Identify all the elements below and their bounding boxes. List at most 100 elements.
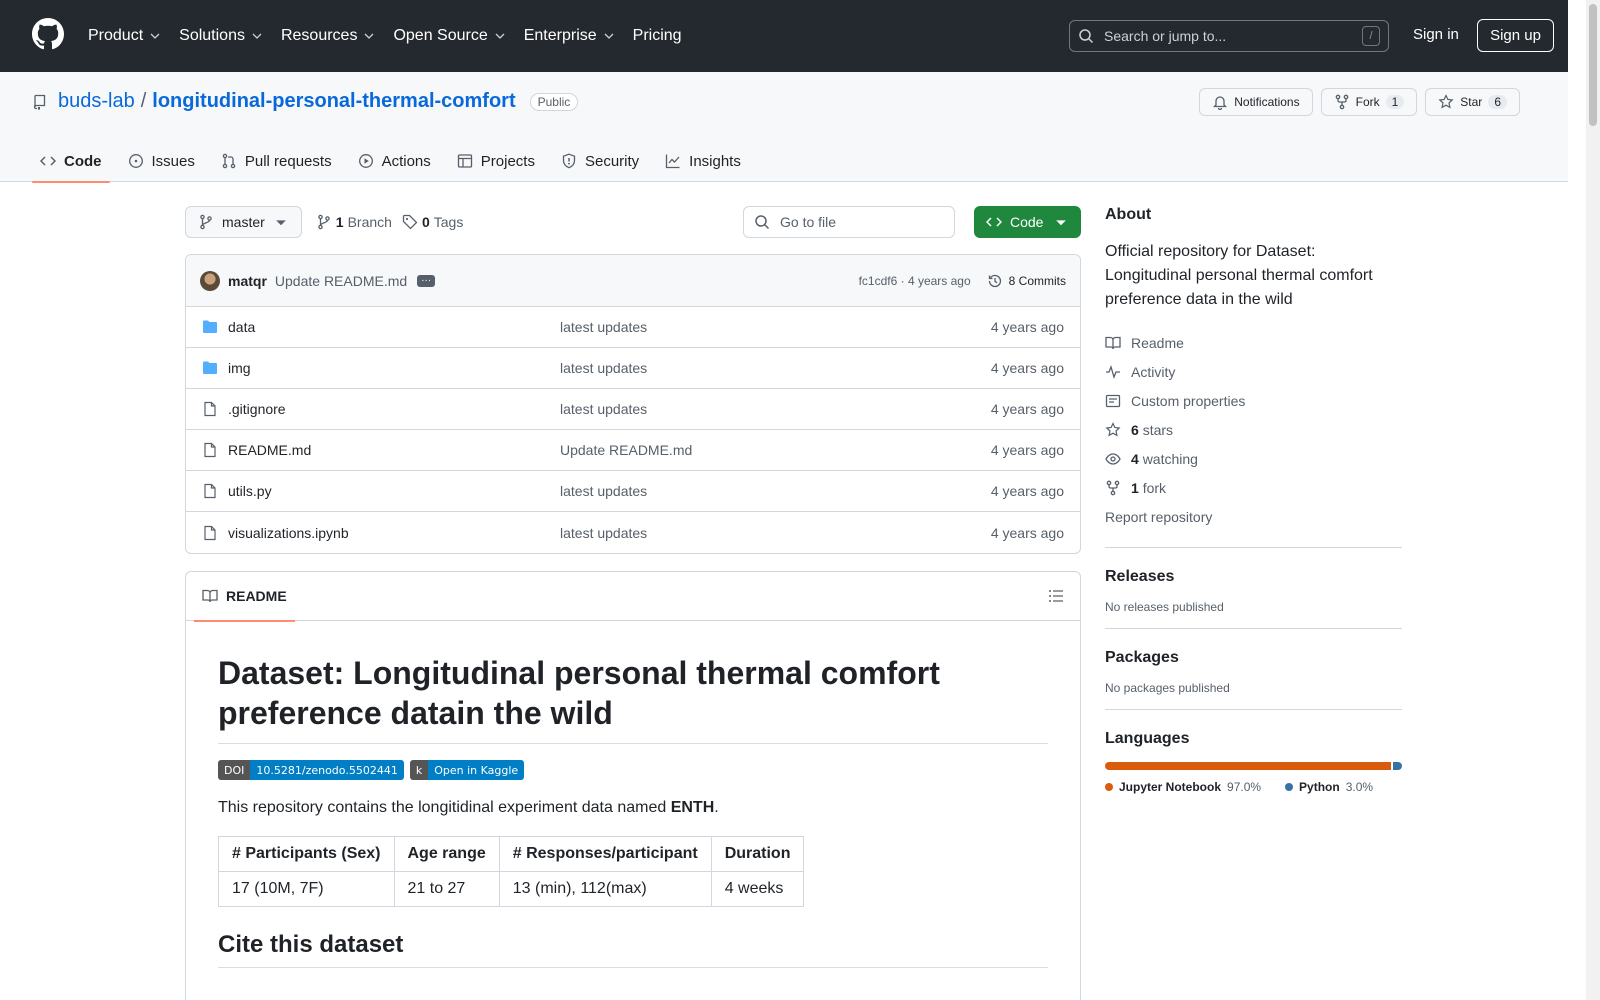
branch-selector[interactable]: master xyxy=(185,206,302,238)
tab-projects[interactable]: Projects xyxy=(449,140,543,182)
main-nav: Product Solutions Resources Open Source … xyxy=(88,0,700,72)
file-commit-message[interactable]: latest updates xyxy=(560,525,647,541)
file-name-link[interactable]: utils.py xyxy=(228,483,560,499)
file-name-link[interactable]: README.md xyxy=(228,442,560,458)
file-commit-date: 4 years ago xyxy=(990,442,1064,458)
tab-actions[interactable]: Actions xyxy=(350,140,439,182)
ellipsis-icon[interactable]: ··· xyxy=(417,274,436,287)
tab-code[interactable]: Code xyxy=(32,140,110,183)
file-icon xyxy=(204,401,216,417)
sign-up-button[interactable]: Sign up xyxy=(1477,19,1554,52)
graph-icon xyxy=(666,154,680,169)
activity-link-label: Activity xyxy=(1131,363,1176,380)
readme-intro: This repository contains the longitidina… xyxy=(218,796,1048,820)
readme-link[interactable]: Readme xyxy=(1105,328,1402,357)
forks-link[interactable]: 1 fork xyxy=(1105,473,1402,502)
commit-hash-time[interactable]: fc1cdf6 · 4 years ago xyxy=(859,274,971,288)
notifications-button[interactable]: Notifications xyxy=(1199,88,1313,116)
file-list: data latest updates 4 years ago img latest u… xyxy=(186,307,1080,553)
nav-resources[interactable]: Resources xyxy=(281,27,375,45)
table-row[interactable]: README.md Update README.md 4 years ago xyxy=(186,430,1080,471)
file-name-link[interactable]: img xyxy=(228,360,560,376)
custom-properties-link[interactable]: Custom properties xyxy=(1105,386,1402,415)
activity-link[interactable]: Activity xyxy=(1105,357,1402,386)
list-icon[interactable] xyxy=(1048,588,1064,604)
file-commit-message[interactable]: latest updates xyxy=(560,401,647,417)
report-repository-link[interactable]: Report repository xyxy=(1105,502,1402,531)
watchers-link[interactable]: 4 watching xyxy=(1105,444,1402,473)
kaggle-badge[interactable]: k Open in Kaggle xyxy=(409,760,525,780)
table-row[interactable]: data latest updates 4 years ago xyxy=(186,307,1080,348)
stars-link[interactable]: 6 stars xyxy=(1105,415,1402,444)
readme-content: Dataset: Longitudinal personal thermal c… xyxy=(186,621,1080,1000)
caret-down-icon xyxy=(275,220,286,226)
file-commit-message[interactable]: Update README.md xyxy=(560,442,692,458)
file-commit-date: 4 years ago xyxy=(990,319,1064,335)
file-commit-message[interactable]: latest updates xyxy=(560,360,647,376)
tab-pull-requests[interactable]: Pull requests xyxy=(213,140,340,182)
languages-heading: Languages xyxy=(1105,730,1190,747)
github-logo-icon[interactable] xyxy=(32,18,64,50)
sign-in-link[interactable]: Sign in xyxy=(1413,26,1459,43)
releases-heading[interactable]: Releases xyxy=(1105,568,1402,586)
tab-label: Code xyxy=(64,152,102,170)
commit-author-link[interactable]: matqr xyxy=(228,273,267,289)
table-row[interactable]: visualizations.ipynb latest updates 4 year… xyxy=(186,512,1080,553)
nav-product[interactable]: Product xyxy=(88,27,161,45)
nav-pricing[interactable]: Pricing xyxy=(633,27,682,45)
tab-security[interactable]: Security xyxy=(553,140,647,182)
repo-actions: Notifications Fork 1 Star 6 xyxy=(1199,88,1520,116)
file-name-link[interactable]: visualizations.ipynb xyxy=(228,525,560,541)
nav-open-source[interactable]: Open Source xyxy=(393,27,505,45)
file-name-link[interactable]: .gitignore xyxy=(228,401,560,417)
readme-link-label: Readme xyxy=(1131,334,1184,351)
code-dropdown-button[interactable]: Code xyxy=(974,206,1081,238)
language-bar-segment xyxy=(1393,762,1402,770)
global-search-input[interactable]: Search or jump to... / xyxy=(1069,20,1389,52)
languages-section: Languages Jupyter Notebook 97.0% Python 3.0… xyxy=(1105,709,1402,794)
table-row[interactable]: utils.py latest updates 4 years ago xyxy=(186,471,1080,512)
nav-enterprise[interactable]: Enterprise xyxy=(524,27,615,45)
scrollbar-thumb[interactable] xyxy=(1589,4,1597,126)
nav-label: Resources xyxy=(280,27,358,44)
avatar[interactable] xyxy=(200,270,220,291)
cite-heading: Cite this dataset xyxy=(218,931,1048,968)
chevron-down-icon xyxy=(150,33,160,39)
code-icon xyxy=(40,156,56,166)
repo-name-link[interactable]: longitudinal-personal-thermal-comfort xyxy=(152,90,515,113)
doi-badge[interactable]: DOI 10.5281/zenodo.5502441 xyxy=(218,760,404,780)
branches-link[interactable]: 1 Branch xyxy=(316,214,392,230)
tab-issues[interactable]: Issues xyxy=(120,140,203,182)
fork-button[interactable]: Fork 1 xyxy=(1320,88,1418,116)
tags-link[interactable]: 0 Tags xyxy=(402,214,463,230)
star-icon xyxy=(1438,94,1454,109)
language-item[interactable]: Python 3.0% xyxy=(1285,780,1373,794)
go-to-file-input[interactable]: Go to file xyxy=(743,206,955,238)
bell-icon xyxy=(1213,96,1228,110)
language-item[interactable]: Jupyter Notebook 97.0% xyxy=(1105,780,1261,794)
repo-sidebar: About Official repository for Dataset: L… xyxy=(1105,206,1402,794)
kaggle-badge-label: Open in Kaggle xyxy=(428,760,525,780)
table-row[interactable]: .gitignore latest updates 4 years ago xyxy=(186,389,1080,430)
repo-tabs: Code Issues Pull requests Actions Projec… xyxy=(32,140,759,183)
page-scrollbar[interactable] xyxy=(1586,0,1600,1000)
nav-solutions[interactable]: Solutions xyxy=(179,27,263,45)
search-shortcut-key: / xyxy=(1362,26,1380,46)
watching-text: 4 watching xyxy=(1131,451,1198,467)
notifications-label: Notifications xyxy=(1234,95,1300,109)
repo-owner-link[interactable]: buds-lab xyxy=(58,90,135,113)
star-button[interactable]: Star 6 xyxy=(1425,88,1520,116)
intro-text-end: . xyxy=(714,799,719,816)
table-row[interactable]: img latest updates 4 years ago xyxy=(186,348,1080,389)
commits-history-link[interactable]: 8 Commits xyxy=(987,273,1066,289)
table-header: Age range xyxy=(393,836,500,872)
readme-tab[interactable]: README xyxy=(194,572,295,622)
file-name-link[interactable]: data xyxy=(228,319,560,335)
file-commit-message[interactable]: latest updates xyxy=(560,319,647,335)
commit-message-link[interactable]: Update README.md xyxy=(275,273,407,289)
packages-heading[interactable]: Packages xyxy=(1105,649,1402,667)
file-commit-message[interactable]: latest updates xyxy=(560,483,647,499)
tab-insights[interactable]: Insights xyxy=(657,140,749,182)
history-icon xyxy=(988,274,1001,287)
tab-label: Insights xyxy=(689,152,741,170)
